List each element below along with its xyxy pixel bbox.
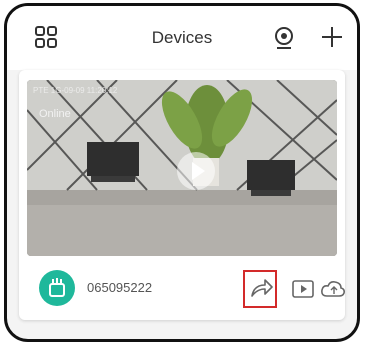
- webcam-icon[interactable]: [273, 26, 295, 50]
- page-title: Devices: [151, 28, 213, 47]
- device-id: 065095222: [87, 280, 153, 295]
- phone-frame: Devices PTE 1G-09-09 11:20:12 Online 065…: [4, 3, 360, 342]
- status-label: Online: [39, 108, 71, 120]
- playback-icon[interactable]: [289, 276, 317, 302]
- device-avatar: [39, 270, 75, 306]
- play-icon[interactable]: [177, 152, 215, 190]
- plus-icon[interactable]: [321, 26, 343, 48]
- preview-timestamp: PTE 1G-09-09 11:20:12: [33, 86, 118, 95]
- share-icon[interactable]: [247, 276, 275, 302]
- top-bar: Devices: [7, 6, 357, 70]
- camera-preview[interactable]: PTE 1G-09-09 11:20:12 Online: [27, 80, 337, 256]
- cloud-icon[interactable]: [319, 276, 345, 302]
- camera-icon: [49, 278, 65, 297]
- device-card: PTE 1G-09-09 11:20:12 Online 065095222: [19, 70, 345, 320]
